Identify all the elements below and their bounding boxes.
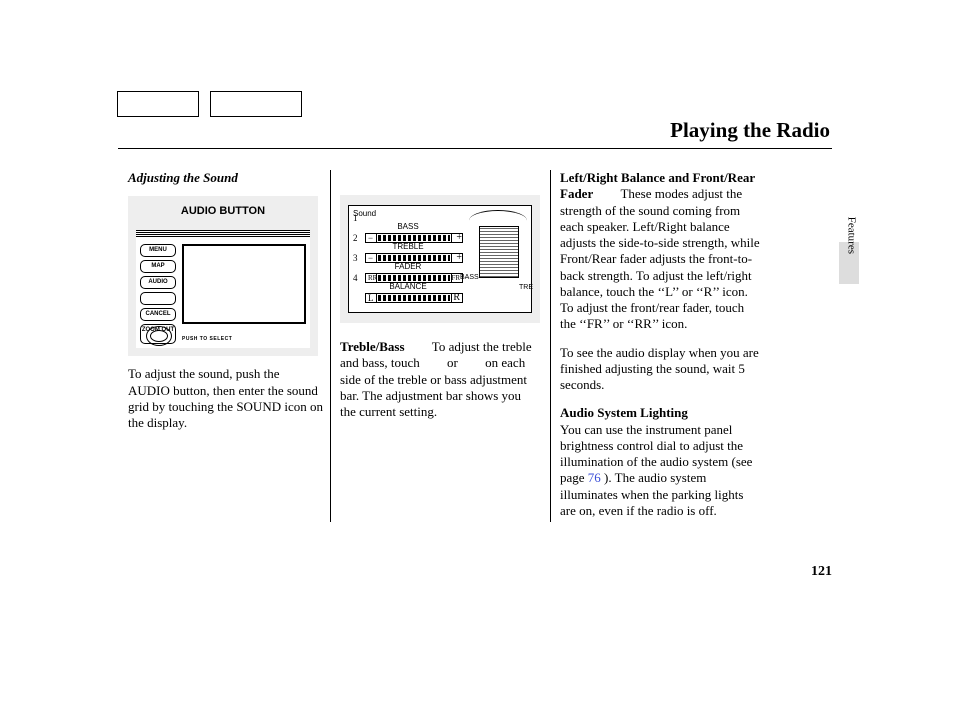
row-number: 1	[353, 213, 358, 224]
console-button	[140, 292, 176, 305]
l-icon: L	[368, 294, 374, 302]
col2-paragraph: Treble/Bass To adjust the treble and bas…	[340, 339, 540, 420]
column-1: Adjusting the Sound AUDIO BUTTON MENU MA…	[128, 170, 323, 443]
diagram-tre-label: TRE	[519, 284, 533, 293]
nav-box-next[interactable]	[210, 91, 302, 117]
title-rule	[118, 148, 832, 149]
row-label: TREBLE	[353, 242, 463, 252]
adjusting-sound-heading: Adjusting the Sound	[128, 170, 323, 186]
page-number: 121	[811, 564, 832, 580]
fr-icon: FR	[451, 274, 460, 282]
text: or	[447, 355, 458, 370]
manual-page: Playing the Radio Features Adjusting the…	[0, 0, 954, 710]
console-knob-label: PUSH TO SELECT	[182, 336, 232, 342]
column-3: Left/Right Balance and Front/Rear Fader …	[560, 170, 760, 531]
sound-grid-figure: Sound 1 BASS −+ 2 TREBLE −+ 3 FADER	[340, 195, 540, 323]
console-button: CANCEL	[140, 308, 176, 321]
wait-paragraph: To see the audio display when you are fi…	[560, 345, 760, 394]
row-label: BALANCE	[353, 282, 463, 292]
row-number: 4	[353, 273, 358, 284]
audio-lighting-heading: Audio System Lighting	[560, 405, 760, 421]
page-title: Playing the Radio	[670, 118, 830, 143]
row-number: 3	[353, 253, 358, 264]
console-screen	[182, 244, 306, 324]
col1-paragraph: To adjust the sound, push the AUDIO butt…	[128, 366, 323, 431]
minus-icon: −	[368, 234, 373, 242]
column-divider-2	[550, 170, 551, 522]
plus-icon: +	[456, 234, 462, 242]
r-icon: R	[453, 294, 460, 302]
page-link-76[interactable]: 76	[588, 470, 601, 485]
car-diagram: BASS TRE	[469, 224, 527, 294]
row-number: 2	[353, 233, 358, 244]
console-drawing: MENU MAP AUDIO CANCEL ZOOM OUT PUSH TO S…	[136, 230, 310, 348]
column-divider-1	[330, 170, 331, 522]
console-button: MENU	[140, 244, 176, 257]
console-button: AUDIO	[140, 276, 176, 289]
console-button: MAP	[140, 260, 176, 273]
minus-icon: −	[368, 254, 373, 262]
text: These modes adjust the strength of the s…	[560, 186, 760, 331]
rr-icon: RR	[368, 274, 377, 282]
section-tab-label: Features	[845, 217, 857, 254]
plus-icon: +	[456, 254, 462, 262]
row-label: FADER	[353, 262, 463, 272]
nav-box-prev[interactable]	[117, 91, 199, 117]
column-2: Sound 1 BASS −+ 2 TREBLE −+ 3 FADER	[340, 195, 540, 432]
diagram-bass-label: BASS	[460, 274, 479, 283]
audio-console-figure: AUDIO BUTTON MENU MAP AUDIO CANCEL ZOOM …	[128, 196, 318, 356]
treble-bass-heading: Treble/Bass	[340, 339, 405, 354]
audio-button-label: AUDIO BUTTON	[128, 196, 318, 219]
balance-fader-paragraph: Left/Right Balance and Front/Rear Fader …	[560, 170, 760, 333]
audio-lighting-paragraph: Audio System Lighting You can use the in…	[560, 405, 760, 519]
row-label: BASS	[353, 222, 463, 232]
